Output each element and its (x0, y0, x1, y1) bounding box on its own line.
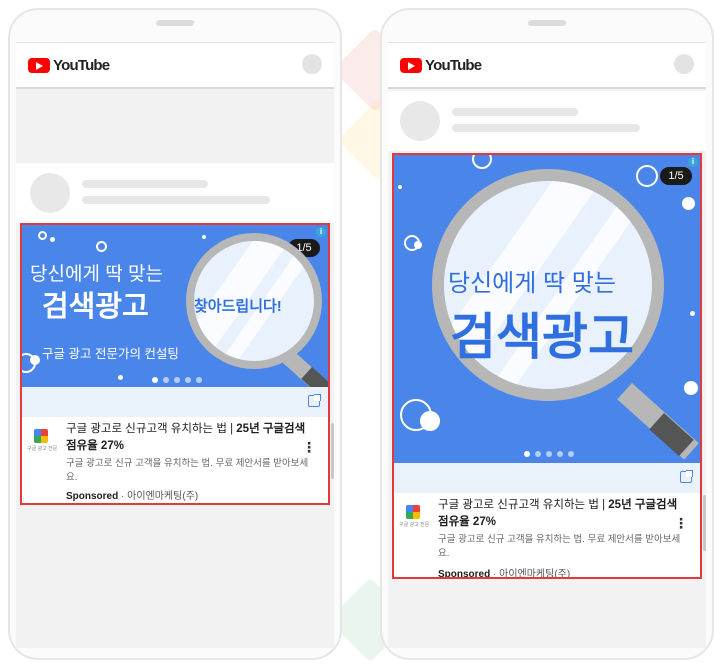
slide-dot[interactable] (152, 377, 158, 383)
advertiser-name: 아이엔마케팅(주) (499, 569, 571, 579)
youtube-wordmark: YouTube (425, 56, 482, 74)
ad-creative-image[interactable]: i 1/5 당신에게 딱 맞는 검색광고 (394, 155, 700, 463)
video-placeholder-row (388, 91, 706, 151)
ad-link-strip[interactable] (22, 387, 328, 417)
decor-bubble (118, 375, 123, 380)
ad-callout: 찾아드립니다! (194, 298, 282, 315)
slide-dot[interactable] (568, 451, 574, 457)
decor-bubble (420, 411, 440, 431)
advertiser-logo-caption: 구글 광고 전문 (27, 446, 58, 452)
ad-info-icon[interactable]: i (688, 157, 698, 167)
scrollbar-thumb[interactable] (703, 495, 706, 551)
decor-bubble (50, 237, 55, 242)
ad-sponsor-line: Sponsored · 아이엔마케팅(주) (438, 565, 571, 579)
decor-bubble (202, 235, 206, 239)
slide-dot[interactable] (163, 377, 169, 383)
ad-title-text: 구글 광고로 신규고객 유치하는 법 | (66, 423, 237, 435)
ad-title[interactable]: 구글 광고로 신규고객 유치하는 법 | 25년 구글검색 점유율 27% (438, 497, 682, 531)
title-placeholder (82, 180, 208, 188)
decor-bubble (398, 185, 402, 189)
video-ad-card[interactable]: i 1/5 당신에게 딱 맞는 검색광고 찾아드립니 (20, 223, 330, 505)
external-link-icon[interactable] (680, 470, 693, 483)
slide-dot[interactable] (185, 377, 191, 383)
youtube-wordmark: YouTube (53, 56, 110, 74)
advertiser-name: 아이엔마케팅(주) (127, 491, 199, 502)
ad-headline-line1: 당신에게 딱 맞는 (448, 270, 616, 297)
sponsor-separator: · (118, 491, 128, 502)
decor-bubble (414, 241, 422, 249)
external-link-icon[interactable] (308, 394, 321, 407)
account-avatar[interactable] (302, 54, 322, 74)
decor-ring (472, 155, 492, 169)
ad-details[interactable]: 구글 광고 전문 구글 광고로 신규고객 유치하는 법 | 25년 구글검색 점… (22, 417, 328, 503)
slide-dots[interactable] (524, 451, 574, 457)
sponsor-separator: · (490, 569, 500, 579)
decor-ring (38, 231, 47, 240)
youtube-logo[interactable]: YouTube (400, 56, 482, 74)
phone-screen: YouTube i 1/5 (16, 42, 334, 648)
more-options-icon[interactable]: ⋮ (674, 515, 688, 532)
slide-counter: 1/5 (660, 167, 692, 185)
slide-dot[interactable] (196, 377, 202, 383)
advertiser-logo (406, 505, 420, 519)
scrollbar-thumb[interactable] (331, 423, 334, 479)
sponsored-label: Sponsored (66, 491, 119, 502)
subtitle-placeholder (452, 124, 640, 132)
slide-dot[interactable] (174, 377, 180, 383)
phone-screen: YouTube i 1/5 (388, 42, 706, 648)
subtitle-placeholder (82, 196, 270, 204)
decor-bubble (690, 311, 695, 316)
slide-dot[interactable] (557, 451, 563, 457)
ad-title-text: 구글 광고로 신규고객 유치하는 법 | (438, 499, 609, 511)
advertiser-logo (34, 429, 48, 443)
youtube-play-icon (28, 57, 50, 73)
sponsored-label: Sponsored (438, 569, 491, 579)
youtube-header: YouTube (388, 43, 706, 89)
title-placeholder (452, 108, 578, 116)
slide-dot[interactable] (546, 451, 552, 457)
ad-description: 구글 광고로 신규 고객을 유치하는 법. 무료 제안서를 받아보세요. (438, 534, 681, 559)
channel-avatar-placeholder (30, 173, 70, 213)
ad-headline-line2: 검색광고 (450, 309, 634, 365)
slide-dot[interactable] (524, 451, 530, 457)
account-avatar[interactable] (674, 54, 694, 74)
slide-dots[interactable] (152, 377, 202, 383)
video-ad-card[interactable]: i 1/5 당신에게 딱 맞는 검색광고 구글 광고 전문 구글 광고로 신규고… (392, 153, 702, 579)
slide-dot[interactable] (535, 451, 541, 457)
video-placeholder-row (16, 163, 334, 223)
phone-mockup-left: YouTube i 1/5 (8, 8, 342, 660)
channel-avatar-placeholder (400, 101, 440, 141)
youtube-logo[interactable]: YouTube (28, 56, 110, 74)
ad-title[interactable]: 구글 광고로 신규고객 유치하는 법 | 25년 구글검색 점유율 27% (66, 421, 310, 455)
phone-mockup-right: YouTube i 1/5 당신에게 딱 맞는 검색광고 구글 광고 전문 구글… (380, 8, 714, 660)
ad-link-strip[interactable] (394, 463, 700, 493)
youtube-header: YouTube (16, 43, 334, 89)
more-options-icon[interactable]: ⋮ (302, 439, 316, 456)
ad-details[interactable]: 구글 광고 전문 구글 광고로 신규고객 유치하는 법 | 25년 구글검색 점… (394, 493, 700, 579)
phone-notch (528, 20, 566, 26)
decor-bubble (684, 381, 698, 395)
advertiser-logo-caption: 구글 광고 전문 (399, 522, 430, 528)
decor-bubble (682, 197, 695, 210)
phone-notch (156, 20, 194, 26)
ad-subheadline: 구글 광고 전문가의 컨설팅 (42, 347, 179, 361)
ad-headline-line2: 검색광고 (42, 291, 149, 323)
youtube-play-icon (400, 57, 422, 73)
decor-bubble (30, 355, 40, 365)
ad-sponsor-line: Sponsored · 아이엔마케팅(주) (66, 487, 198, 502)
ad-info-icon[interactable]: i (316, 227, 326, 237)
ad-creative-image[interactable]: i 1/5 당신에게 딱 맞는 검색광고 찾아드립니 (22, 225, 328, 387)
ad-description: 구글 광고로 신규 고객을 유치하는 법. 무료 제안서를 받아보세요. (66, 458, 309, 483)
decor-ring (96, 241, 107, 252)
ad-headline-line1: 당신에게 딱 맞는 (30, 264, 163, 285)
